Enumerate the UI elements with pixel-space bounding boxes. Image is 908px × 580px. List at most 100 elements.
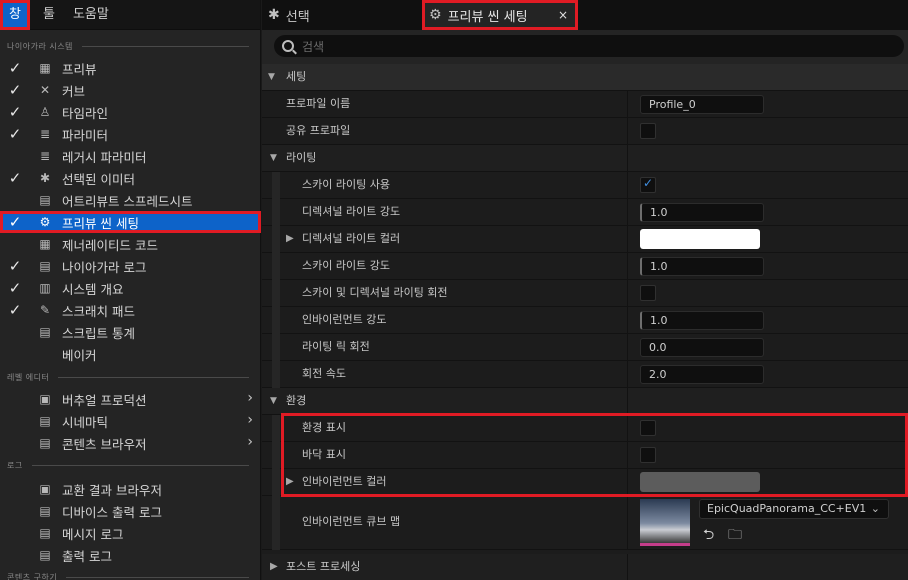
prop-dir-light-intensity: 디렉셔널 라이트 강도 1.0 xyxy=(262,199,908,226)
tab-preview-scene-settings[interactable]: ⚙ 프리뷰 씬 세팅 × xyxy=(422,0,578,30)
menu-item-icon: ▤ xyxy=(39,436,51,450)
menu-item-label: 레거시 파라미터 xyxy=(62,149,147,165)
group-post-processing[interactable]: ▶ 포스트 프로세싱 xyxy=(262,554,908,580)
prop-dir-light-color: ▶ 디렉셔널 라이트 컬러 xyxy=(262,226,908,253)
collapse-arrow-icon[interactable]: ▼ xyxy=(270,145,277,171)
menu-item[interactable]: ▤ 스크립트 통계 xyxy=(0,321,261,343)
expand-arrow-icon[interactable]: ▶ xyxy=(286,226,294,252)
browse-folder-icon[interactable]: 🗀 xyxy=(728,524,742,548)
prop-sky-dir-rotation: 스카이 및 디렉셔널 라이팅 회전 xyxy=(262,280,908,307)
section-label: 로그 xyxy=(7,460,23,470)
menu-item-label: 콘텐츠 브라우저 xyxy=(62,436,147,452)
menu-item-icon: ▤ xyxy=(39,504,51,518)
prop-label: 인바이런먼트 큐브 맵 xyxy=(302,515,401,528)
menu-item-label: 교환 결과 브라우저 xyxy=(62,482,162,498)
menu-help[interactable]: 도움말 xyxy=(66,0,116,30)
chevron-down-icon: ⌄ xyxy=(870,502,880,515)
prop-show-floor: 바닥 표시 xyxy=(262,442,908,469)
menu-item[interactable]: ▤ 출력 로그 xyxy=(0,544,261,566)
menu-item[interactable]: ✓ ♙ 타임라인 xyxy=(0,101,261,123)
prop-label: 회전 속도 xyxy=(302,367,346,380)
menu-item-icon: ▤ xyxy=(39,414,51,428)
group-lighting[interactable]: ▼ 라이팅 xyxy=(262,145,908,172)
category-settings[interactable]: ▼ 세팅 xyxy=(262,64,908,91)
menu-item[interactable]: ▤ 콘텐츠 브라우저 › xyxy=(0,432,261,454)
prop-label: 공유 프로파일 xyxy=(286,124,351,137)
use-selected-icon[interactable]: ⮌ xyxy=(703,524,714,548)
check-icon: ✓ xyxy=(8,213,22,231)
menu-item-icon: ▤ xyxy=(39,259,51,273)
menu-item[interactable]: ▣ 교환 결과 브라우저 xyxy=(0,478,261,500)
group-label: 환경 xyxy=(286,394,307,407)
menu-item[interactable]: ▤ 메시지 로그 xyxy=(0,522,261,544)
profile-name-field[interactable]: Profile_0 xyxy=(640,95,764,114)
menu-tools[interactable]: 툴 xyxy=(36,0,62,30)
show-environment-checkbox[interactable] xyxy=(640,420,656,436)
prop-label: 스카이 및 디렉셔널 라이팅 회전 xyxy=(302,286,448,299)
rotation-speed-field[interactable]: 2.0 xyxy=(640,365,764,384)
menu-item[interactable]: ✓ ▥ 시스템 개요 xyxy=(0,277,261,299)
env-intensity-field[interactable]: 1.0 xyxy=(640,311,764,330)
section-level-editor: 레벨 에디터 xyxy=(0,368,261,386)
cubemap-asset-picker[interactable]: EpicQuadPanorama_CC+EV1 ⌄ xyxy=(699,499,889,519)
menu-item[interactable]: ✓ ≣ 파라미터 xyxy=(0,123,261,145)
sky-lighting-checkbox[interactable] xyxy=(640,176,656,193)
menu-item-icon: ⚙ xyxy=(39,215,51,229)
prop-env-color: ▶ 인바이런먼트 컬러 xyxy=(262,469,908,496)
prop-env-cubemap: 인바이런먼트 큐브 맵 EpicQuadPanorama_CC+EV1 ⌄ ⮌ … xyxy=(262,496,908,550)
details-panel: ▼ 세팅 프로파일 이름 Profile_0 공유 프로파일 ▼ 라이팅 스카이… xyxy=(262,64,908,580)
menu-item-label: 파라미터 xyxy=(62,127,109,143)
sky-dir-rotation-checkbox[interactable] xyxy=(640,285,656,301)
prop-env-intensity: 인바이런먼트 강도 1.0 xyxy=(262,307,908,334)
menu-item-icon: ▦ xyxy=(39,237,51,251)
window-menu-panel: 창 툴 도움말 나이아가라 시스템 ✓ ▦ 프리뷰 ✓ ✕ 커브 ✓ ♙ 타임라인 ✓ ≣ 파라미터 ≣… xyxy=(0,0,261,580)
menu-item-label: 커브 xyxy=(62,83,86,99)
menu-item-icon: ▤ xyxy=(39,548,51,562)
menu-item-label: 제너레이티드 코드 xyxy=(62,237,158,253)
expand-arrow-icon[interactable]: ▶ xyxy=(270,554,278,580)
cubemap-thumbnail[interactable] xyxy=(640,499,690,546)
collapse-arrow-icon[interactable]: ▼ xyxy=(268,64,275,90)
menu-item[interactable]: ≣ 레거시 파라미터 xyxy=(0,145,261,167)
menu-item[interactable]: ▤ 시네마틱 › xyxy=(0,410,261,432)
dir-light-color-swatch[interactable] xyxy=(640,229,760,249)
menu-item[interactable]: ▤ 어트리뷰트 스프레드시트 xyxy=(0,189,261,211)
lighting-rig-rotation-field[interactable]: 0.0 xyxy=(640,338,764,357)
prop-sky-lighting: 스카이 라이팅 사용 xyxy=(262,172,908,199)
tab-selection[interactable]: ✱ 선택 xyxy=(268,0,310,30)
show-floor-checkbox[interactable] xyxy=(640,447,656,463)
dir-light-intensity-field[interactable]: 1.0 xyxy=(640,203,764,222)
collapse-arrow-icon[interactable]: ▼ xyxy=(270,388,277,414)
prop-label: 인바이런먼트 컬러 xyxy=(302,475,387,488)
prop-label: 스카이 라이팅 사용 xyxy=(302,178,390,191)
menu-item[interactable]: ✓ ▦ 프리뷰 xyxy=(0,57,261,79)
expand-arrow-icon[interactable]: ▶ xyxy=(286,469,294,495)
menu-item[interactable]: ▦ 제너레이티드 코드 xyxy=(0,233,261,255)
env-color-swatch[interactable] xyxy=(640,472,760,492)
prop-label: 환경 표시 xyxy=(302,421,346,434)
sky-light-intensity-field[interactable]: 1.0 xyxy=(640,257,764,276)
menu-item[interactable]: ✓ ✕ 커브 xyxy=(0,79,261,101)
menu-item-icon xyxy=(36,347,54,361)
shared-profile-checkbox[interactable] xyxy=(640,123,656,139)
search-input[interactable]: 검색 xyxy=(274,35,904,57)
close-icon[interactable]: × xyxy=(558,8,568,22)
prop-label: 디렉셔널 라이트 강도 xyxy=(302,205,401,218)
group-environment[interactable]: ▼ 환경 xyxy=(262,388,908,415)
menu-item[interactable]: ✓ ⚙ 프리뷰 씬 세팅 xyxy=(0,211,261,233)
menu-window[interactable]: 창 xyxy=(0,0,30,30)
tab-label: 선택 xyxy=(285,9,310,25)
menu-item-icon: ✎ xyxy=(39,303,51,317)
menu-item-icon: ▤ xyxy=(39,325,51,339)
check-icon: ✓ xyxy=(8,81,22,99)
menu-item-icon: ▣ xyxy=(39,392,51,406)
menu-item[interactable]: ▣ 버추얼 프로덕션 › xyxy=(0,388,261,410)
submenu-arrow-icon: › xyxy=(247,412,253,428)
menu-item-label: 버추얼 프로덕션 xyxy=(62,392,147,408)
menu-item[interactable]: ✓ ✎ 스크래치 패드 xyxy=(0,299,261,321)
menu-item[interactable]: 베이커 xyxy=(0,343,261,365)
search-row: 검색 xyxy=(262,30,908,64)
menu-item[interactable]: ✓ ✱ 선택된 이미터 xyxy=(0,167,261,189)
menu-item[interactable]: ✓ ▤ 나이아가라 로그 xyxy=(0,255,261,277)
menu-item[interactable]: ▤ 디바이스 출력 로그 xyxy=(0,500,261,522)
